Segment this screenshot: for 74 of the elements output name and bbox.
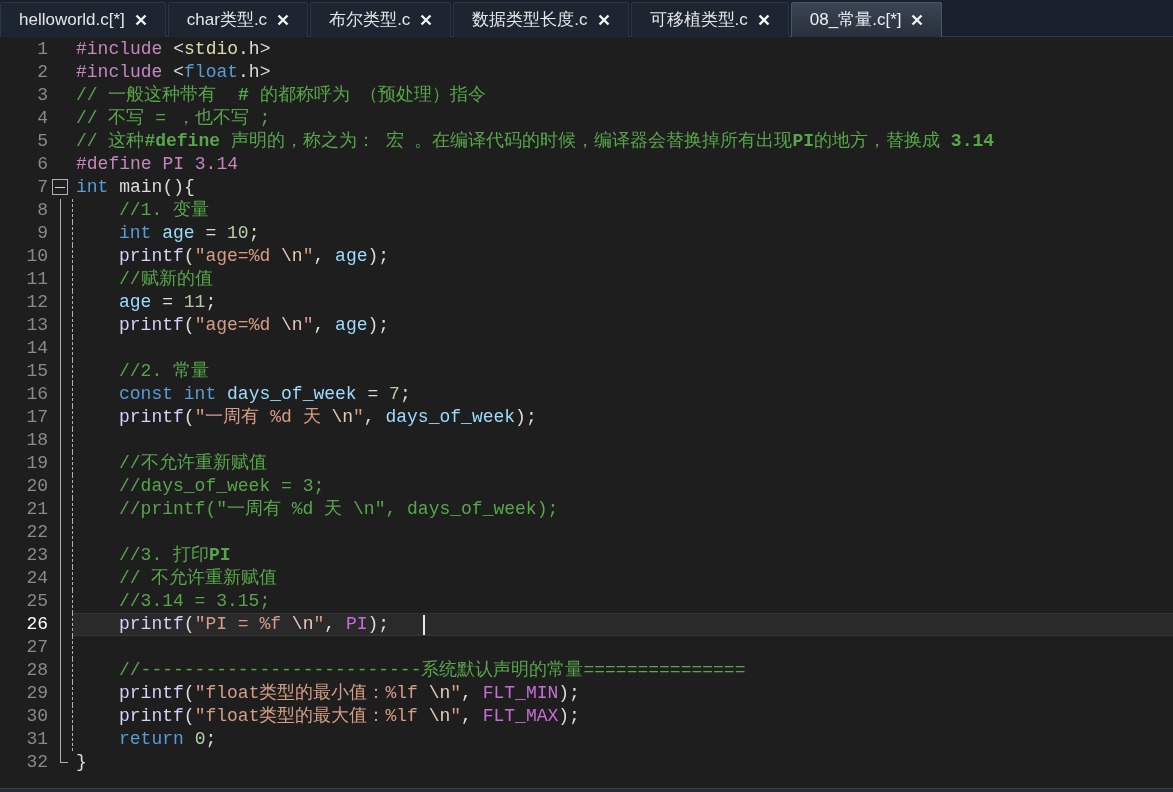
- code-line: //3.14 = 3.15;: [119, 590, 271, 613]
- line-number: 17: [25, 406, 48, 429]
- code-line: //printf("一周有 %d 天 \n", days_of_week);: [119, 498, 559, 521]
- code-line: // 不允许重新赋值: [119, 567, 278, 590]
- line-number: 8: [36, 199, 48, 222]
- line-number: 23: [25, 544, 48, 567]
- line-number: 12: [25, 291, 48, 314]
- line-number: 20: [25, 475, 48, 498]
- code-line: //赋新的值: [119, 268, 213, 291]
- line-number: 19: [25, 452, 48, 475]
- code-line: //1. 变量: [119, 199, 209, 222]
- close-icon[interactable]: [597, 14, 610, 26]
- code-line: //--------------------------系统默认声明的常量===============: [119, 659, 746, 682]
- code-line: printf("float类型的最大值：%lf \n", FLT_MAX);: [119, 705, 580, 728]
- line-number: 6: [36, 153, 48, 176]
- code-line: }: [76, 751, 87, 774]
- text-cursor-icon: [423, 614, 426, 635]
- editor-tab[interactable]: 布尔类型.c: [310, 2, 452, 37]
- line-number: 2: [36, 61, 48, 84]
- code-line: //3. 打印PI: [119, 544, 231, 567]
- code-line: // 不写 = ，也不写 ;: [76, 107, 271, 130]
- code-line: #define PI 3.14: [76, 153, 239, 176]
- code-line: printf("age=%d \n", age);: [119, 314, 390, 337]
- line-number: 13: [25, 314, 48, 337]
- code-line: printf("一周有 %d 天 \n", days_of_week);: [119, 406, 537, 429]
- code-line: int main(){: [76, 176, 195, 199]
- code-line: printf("float类型的最小值：%lf \n", FLT_MIN);: [119, 682, 580, 705]
- line-number: 16: [25, 383, 48, 406]
- line-number: 4: [36, 107, 48, 130]
- close-icon[interactable]: [757, 14, 770, 26]
- line-number: 14: [25, 337, 48, 360]
- line-number: 25: [25, 590, 48, 613]
- code-line: age = 11;: [119, 291, 217, 314]
- line-number: 28: [25, 659, 48, 682]
- editor-tab[interactable]: 08_常量.c[*]: [790, 2, 943, 37]
- line-number: 7: [36, 176, 48, 199]
- code-line: #include <float.h>: [76, 61, 271, 84]
- code-line: printf("age=%d \n", age);: [119, 245, 390, 268]
- code-line: //不允许重新赋值: [119, 452, 267, 475]
- editor-tab[interactable]: 数据类型长度.c: [453, 2, 629, 37]
- line-number: 27: [25, 636, 48, 659]
- code-line: #include <stdio.h>: [76, 38, 271, 61]
- line-number: 26: [25, 613, 48, 636]
- line-number: 5: [36, 130, 48, 153]
- fold-toggle-icon[interactable]: [52, 179, 68, 195]
- line-number: 9: [36, 222, 48, 245]
- code-line: int age = 10;: [119, 222, 260, 245]
- code-line: //2. 常量: [119, 360, 209, 383]
- line-number: 15: [25, 360, 48, 383]
- close-icon[interactable]: [277, 14, 290, 26]
- line-number: 30: [25, 705, 48, 728]
- line-number: 31: [25, 728, 48, 751]
- line-number: 21: [25, 498, 48, 521]
- close-icon[interactable]: [134, 14, 147, 26]
- line-number: 11: [25, 268, 48, 291]
- code-line: return 0;: [119, 728, 217, 751]
- editor-tab[interactable]: char类型.c: [167, 2, 309, 37]
- line-number: 3: [36, 84, 48, 107]
- close-icon[interactable]: [420, 14, 433, 26]
- line-number: 18: [25, 429, 48, 452]
- line-number: 22: [25, 521, 48, 544]
- code-line: const int days_of_week = 7;: [119, 383, 411, 406]
- code-line: //days_of_week = 3;: [119, 475, 325, 498]
- editor-tab[interactable]: 可移植类型.c: [630, 2, 789, 37]
- editor-tab[interactable]: helloworld.c[*]: [0, 2, 166, 37]
- code-line: printf("PI = %f \n", PI);: [119, 613, 390, 636]
- close-icon[interactable]: [911, 14, 924, 26]
- line-number: 29: [25, 682, 48, 705]
- line-number: 24: [25, 567, 48, 590]
- line-number: 1: [36, 38, 48, 61]
- code-line: // 这种#define 声明的，称之为： 宏 。在编译代码的时候，编译器会替换掉所有出现PI的地方，替换成 3.14: [76, 130, 995, 153]
- line-number: 32: [25, 751, 48, 774]
- code-line: // 一般这种带有 # 的都称呼为 （预处理）指令: [76, 84, 487, 107]
- line-number: 10: [25, 245, 48, 268]
